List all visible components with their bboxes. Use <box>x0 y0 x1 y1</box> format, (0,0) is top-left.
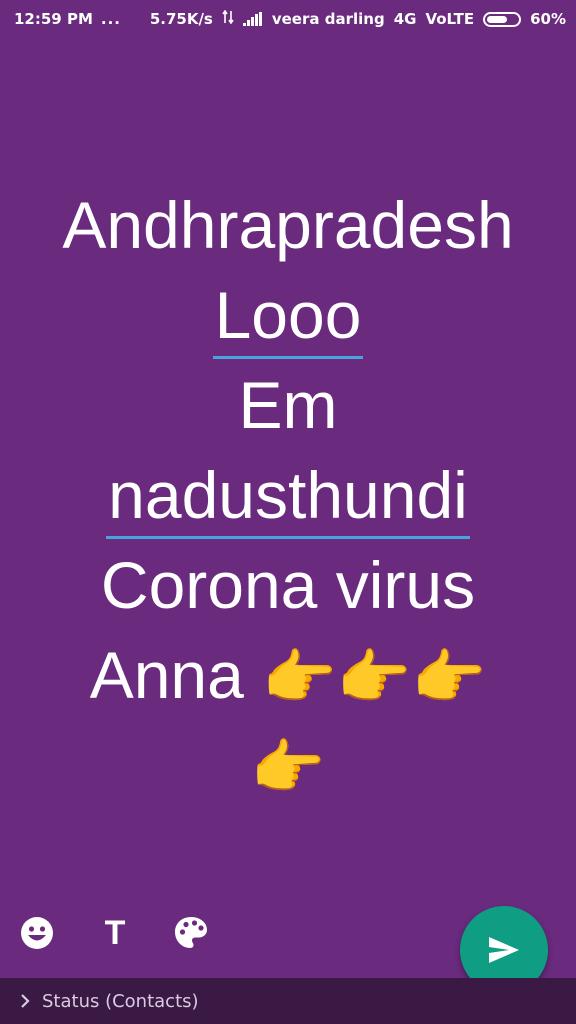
text-style-button[interactable]: T <box>92 905 138 961</box>
status-audience-bar[interactable]: Status (Contacts) <box>0 978 576 1024</box>
signal-icon <box>242 12 263 26</box>
text-style-label: T <box>104 913 126 952</box>
status-carrier: veera darling <box>271 10 385 28</box>
send-icon <box>489 937 519 963</box>
data-transfer-icon <box>222 9 234 28</box>
battery-icon <box>483 11 522 27</box>
status-text-line-6: Anna <box>89 638 244 712</box>
status-network-type: 4G <box>393 10 417 28</box>
status-text-line-3: Em <box>238 368 338 442</box>
background-color-button[interactable] <box>168 905 214 961</box>
palette-icon <box>175 917 207 948</box>
pointing-hand-emoji: 👉 <box>250 733 326 803</box>
status-text-line-1: Andhrapradesh <box>62 188 514 262</box>
smiley-icon <box>21 917 53 949</box>
status-text-canvas[interactable]: Andhrapradesh Looo Em nadusthundi Corona… <box>0 180 576 813</box>
status-text-line-6-wrapper: Anna 👉👉👉 <box>0 630 576 723</box>
status-notification-dots: ... <box>100 10 121 28</box>
status-text-line-2-wrapper: Looo <box>0 270 576 360</box>
status-time: 12:59 PM <box>14 10 93 28</box>
status-bar: 12:59 PM ... 5.75K/s veera darling 4G Vo… <box>0 0 576 38</box>
status-network-speed: 5.75K/s <box>149 10 213 28</box>
chevron-right-icon <box>20 994 30 1008</box>
status-text-line-4: nadusthundi <box>106 454 470 539</box>
emoji-button[interactable] <box>14 905 60 961</box>
status-text-line-2: Looo <box>212 274 364 359</box>
status-text-line-5: Corona virus <box>100 548 476 622</box>
status-volte: VoLTE <box>425 10 475 28</box>
status-text-line-4-wrapper: nadusthundi <box>0 450 576 540</box>
pointing-hand-emoji-group: 👉👉👉 <box>262 643 487 713</box>
status-audience-label: Status (Contacts) <box>42 990 199 1012</box>
status-battery: 60% <box>530 10 566 28</box>
